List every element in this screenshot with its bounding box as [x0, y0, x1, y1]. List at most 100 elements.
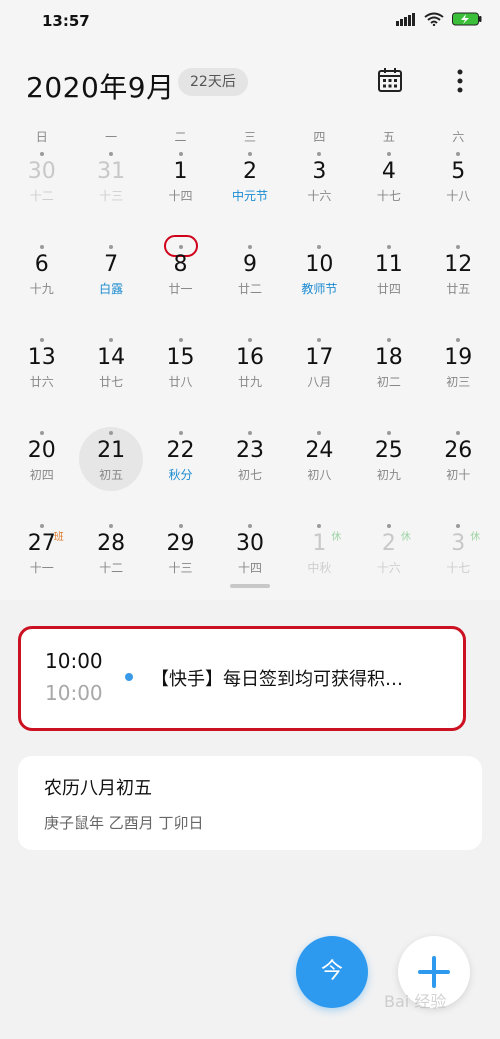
lunar-date: 农历八月初五	[44, 778, 152, 799]
status-time: 13:57	[42, 12, 90, 30]
calendar-day-cell[interactable]: 9 廿二	[215, 241, 284, 334]
calendar-day-cell[interactable]: 24 初八	[285, 427, 354, 520]
day-event-dot	[39, 152, 44, 156]
day-number: 5	[451, 159, 466, 184]
calendar-day-cell[interactable]: 4 十七	[354, 148, 423, 241]
day-event-dot	[247, 245, 252, 249]
calendar-day-cell[interactable]: 17 八月	[285, 334, 354, 427]
day-event-dot	[456, 524, 461, 528]
drag-handle[interactable]	[230, 584, 270, 588]
calendar-day-cell[interactable]: 30 十二	[7, 148, 76, 241]
lunar-day-label: 中元节	[231, 189, 268, 203]
more-vertical-icon[interactable]	[448, 66, 472, 96]
weekday-label: 一	[105, 130, 118, 144]
event-title: 【快手】每日签到均可获得积…	[151, 669, 403, 690]
lunar-day-label: 十六	[376, 561, 401, 575]
day-event-dot	[317, 338, 322, 342]
signal-icon	[396, 13, 415, 26]
calendar-day-cell[interactable]: 31 十三	[76, 148, 145, 241]
day-number: 3	[451, 531, 466, 556]
lunar-day-label: 初三	[446, 375, 471, 389]
lunar-day-label: 十三	[168, 561, 193, 575]
calendar-day-cell[interactable]: 8 廿一	[146, 235, 215, 334]
day-event-dot	[247, 524, 252, 528]
calendar-day-cell[interactable]: 23 初七	[215, 427, 284, 520]
day-number: 3	[312, 159, 327, 184]
lunar-day-label: 十三	[99, 189, 124, 203]
lunar-day-label: 廿五	[446, 282, 471, 296]
day-event-dot	[109, 152, 114, 156]
day-number: 22	[166, 438, 195, 463]
lunar-day-label: 教师节	[301, 282, 338, 296]
month-title[interactable]: 2020年9月	[26, 66, 175, 106]
lunar-info-card[interactable]: 农历八月初五 庚子鼠年 乙酉月 丁卯日	[18, 756, 482, 850]
ganzhi-text: 庚子鼠年 乙酉月 丁卯日	[44, 814, 204, 832]
calendar-day-cell[interactable]: 13 廿六	[7, 334, 76, 427]
watermark-text: Bai 经验	[384, 992, 447, 1011]
calendar-day-cell[interactable]: 16 廿九	[215, 334, 284, 427]
day-number: 28	[97, 531, 126, 556]
calendar-day-cell[interactable]: 26 初十	[424, 427, 493, 520]
weekday-label: 五	[382, 130, 395, 144]
calendar-day-cell[interactable]: 6 十九	[7, 241, 76, 334]
calendar-header: 2020年9月 22天后	[0, 58, 500, 108]
calendar-day-cell[interactable]: 21 初五	[76, 427, 145, 520]
workday-tag: 班	[53, 532, 64, 543]
day-number: 15	[166, 345, 195, 370]
day-number: 18	[374, 345, 403, 370]
calendar-icon[interactable]	[376, 66, 404, 94]
day-number: 10	[305, 252, 334, 277]
calendar-day-cell[interactable]: 20 初四	[7, 427, 76, 520]
calendar-day-cell[interactable]: 18 初二	[354, 334, 423, 427]
weekday-header: 日 一 二 三 四 五 六	[7, 128, 493, 148]
weekday-label: 二	[174, 130, 187, 144]
calendar-day-cell[interactable]: 25 初九	[354, 427, 423, 520]
calendar-day-cell[interactable]: 12 廿五	[424, 241, 493, 334]
calendar-day-cell[interactable]: 11 廿四	[354, 241, 423, 334]
calendar-day-cell[interactable]: 1 十四	[146, 148, 215, 241]
day-number: 16	[235, 345, 264, 370]
day-number: 1	[312, 531, 327, 556]
day-event-dot	[247, 152, 252, 156]
event-card[interactable]: 10:00 10:00 【快手】每日签到均可获得积…	[18, 626, 466, 731]
day-number: 20	[27, 438, 56, 463]
calendar-day-cell[interactable]: 2 中元节	[215, 148, 284, 241]
day-event-dot	[247, 431, 252, 435]
day-event-dot	[317, 152, 322, 156]
lunar-day-label: 初九	[376, 468, 401, 482]
day-number: 23	[235, 438, 264, 463]
lunar-day-label: 廿一	[168, 282, 193, 296]
day-number: 2	[381, 531, 396, 556]
day-number: 25	[374, 438, 403, 463]
weekday-label: 四	[313, 130, 326, 144]
holiday-tag: 休	[331, 532, 342, 543]
day-number: 26	[444, 438, 473, 463]
calendar-day-cell[interactable]: 10 教师节	[285, 241, 354, 334]
lunar-day-label: 十一	[29, 561, 54, 575]
calendar-day-cell[interactable]: 14 廿七	[76, 334, 145, 427]
day-event-dot	[178, 338, 183, 342]
lunar-day-label: 十七	[446, 561, 471, 575]
lunar-day-label: 十七	[376, 189, 401, 203]
calendar-day-cell[interactable]: 22 秋分	[146, 427, 215, 520]
wifi-icon	[424, 12, 444, 26]
day-event-dot	[386, 245, 391, 249]
holiday-tag: 休	[400, 532, 411, 543]
day-event-dot	[39, 245, 44, 249]
day-number: 21	[97, 438, 126, 463]
day-number: 14	[97, 345, 126, 370]
today-button[interactable]: 今	[296, 936, 368, 1008]
calendar-day-cell[interactable]: 15 廿八	[146, 334, 215, 427]
status-icons	[396, 12, 482, 26]
lunar-day-label: 廿八	[168, 375, 193, 389]
lunar-day-label: 十四	[237, 561, 262, 575]
lunar-day-label: 十二	[99, 561, 124, 575]
day-number: 13	[27, 345, 56, 370]
calendar-day-cell[interactable]: 19 初三	[424, 334, 493, 427]
calendar-day-cell[interactable]: 5 十八	[424, 148, 493, 241]
day-number: 27	[27, 531, 56, 556]
day-number: 19	[444, 345, 473, 370]
lunar-day-label: 秋分	[168, 468, 193, 482]
calendar-day-cell[interactable]: 7 白露	[76, 241, 145, 334]
calendar-day-cell[interactable]: 3 十六	[285, 148, 354, 241]
